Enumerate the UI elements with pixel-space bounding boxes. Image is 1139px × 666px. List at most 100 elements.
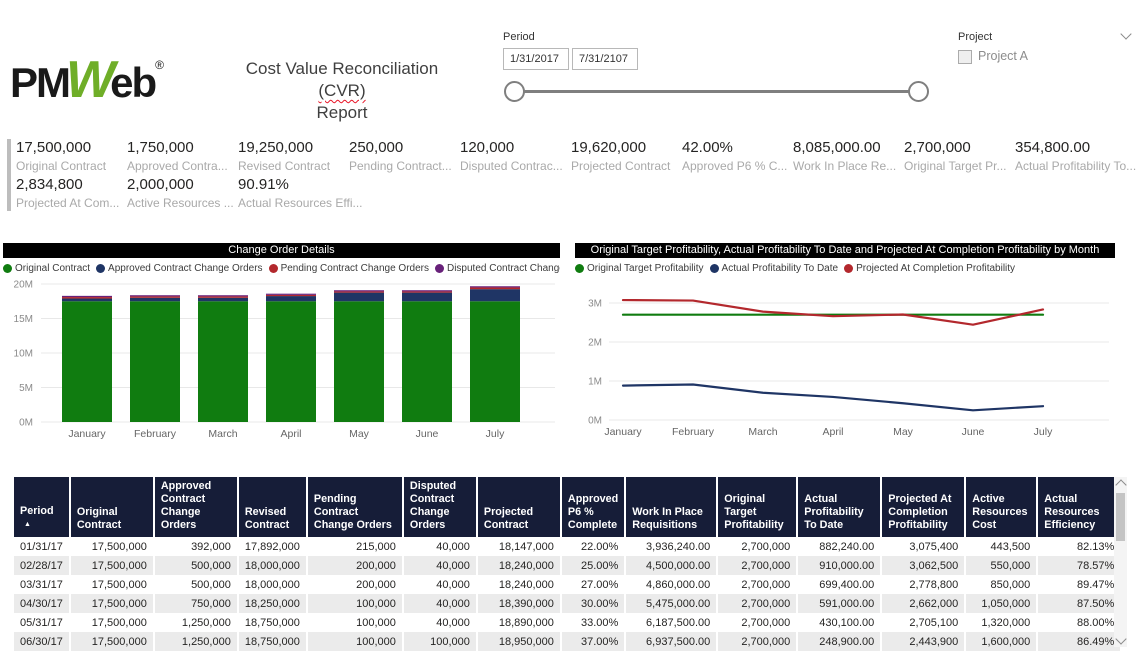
table-cell[interactable]: 6,187,500.00: [625, 613, 717, 632]
legend-item[interactable]: Projected At Completion Profitability: [844, 263, 1015, 274]
bar-segment[interactable]: [62, 296, 112, 297]
bar-segment[interactable]: [266, 301, 316, 422]
bar-segment[interactable]: [62, 301, 112, 422]
project-a-label[interactable]: Project A: [978, 49, 1028, 63]
table-cell[interactable]: 17,892,000: [238, 537, 307, 556]
bar-segment[interactable]: [62, 299, 112, 302]
period-start-input[interactable]: [503, 48, 569, 70]
table-cell[interactable]: 2,700,000: [717, 632, 797, 651]
table-cell[interactable]: 18,240,000: [477, 575, 561, 594]
legend-item[interactable]: Original Contract: [3, 263, 90, 274]
table-cell[interactable]: 882,240.00: [797, 537, 881, 556]
table-cell[interactable]: 03/31/17: [14, 575, 70, 594]
column-header[interactable]: Original Target Profitability: [717, 477, 797, 537]
table-cell[interactable]: 17,500,000: [70, 613, 154, 632]
table-cell[interactable]: 392,000: [154, 537, 238, 556]
bar-segment[interactable]: [470, 286, 520, 287]
column-header[interactable]: Active Resources Cost: [965, 477, 1037, 537]
table-cell[interactable]: 550,000: [965, 556, 1037, 575]
table-cell[interactable]: 200,000: [307, 556, 403, 575]
column-header[interactable]: Actual Resources Efficiency: [1037, 477, 1121, 537]
table-cell[interactable]: 40,000: [403, 594, 477, 613]
table-cell[interactable]: 750,000: [154, 594, 238, 613]
table-cell[interactable]: 89.47%: [1037, 575, 1121, 594]
table-cell[interactable]: 1,250,000: [154, 632, 238, 651]
bar-segment[interactable]: [402, 291, 452, 292]
table-cell[interactable]: 06/30/17: [14, 632, 70, 651]
bar-segment[interactable]: [266, 294, 316, 295]
table-cell[interactable]: 86.49%: [1037, 632, 1121, 651]
change-order-bar-chart[interactable]: 0M5M10M15M20MJanuaryFebruaryMarchAprilMa…: [3, 274, 560, 446]
legend-item[interactable]: Disputed Contract Change O...: [435, 263, 560, 274]
table-cell[interactable]: 2,443,900: [881, 632, 965, 651]
scrollbar-thumb[interactable]: [1116, 493, 1125, 541]
table-cell[interactable]: 17,500,000: [70, 594, 154, 613]
kpi-scrollbar[interactable]: [7, 139, 11, 211]
table-cell[interactable]: 2,700,000: [717, 537, 797, 556]
table-cell[interactable]: 100,000: [403, 632, 477, 651]
table-cell[interactable]: 2,700,000: [717, 613, 797, 632]
table-cell[interactable]: 500,000: [154, 575, 238, 594]
table-cell[interactable]: 18,950,000: [477, 632, 561, 651]
table-cell[interactable]: 100,000: [307, 594, 403, 613]
table-cell[interactable]: 200,000: [307, 575, 403, 594]
bar-segment[interactable]: [334, 291, 384, 292]
column-header[interactable]: Approved P6 % Complete: [561, 477, 625, 537]
table-cell[interactable]: 17,500,000: [70, 537, 154, 556]
legend-item[interactable]: Actual Profitability To Date: [710, 263, 839, 274]
table-cell[interactable]: 6,937,500.00: [625, 632, 717, 651]
column-header[interactable]: Approved Contract Change Orders: [154, 477, 238, 537]
bar-segment[interactable]: [266, 295, 316, 296]
table-cell[interactable]: 01/31/17: [14, 537, 70, 556]
column-header[interactable]: Projected Contract: [477, 477, 561, 537]
table-cell[interactable]: 18,000,000: [238, 556, 307, 575]
table-cell[interactable]: 87.50%: [1037, 594, 1121, 613]
table-row[interactable]: 02/28/1717,500,000500,00018,000,000200,0…: [14, 556, 1121, 575]
project-a-checkbox[interactable]: [958, 50, 972, 64]
bar-segment[interactable]: [130, 301, 180, 422]
table-cell[interactable]: 40,000: [403, 613, 477, 632]
table-cell[interactable]: 02/28/17: [14, 556, 70, 575]
table-cell[interactable]: 3,062,500: [881, 556, 965, 575]
table-cell[interactable]: 18,750,000: [238, 632, 307, 651]
table-row[interactable]: 05/31/1717,500,0001,250,00018,750,000100…: [14, 613, 1121, 632]
table-cell[interactable]: 17,500,000: [70, 556, 154, 575]
table-row[interactable]: 06/30/1717,500,0001,250,00018,750,000 100…: [14, 632, 1121, 651]
table-scrollbar[interactable]: [1114, 477, 1127, 647]
bar-segment[interactable]: [470, 301, 520, 422]
table-cell[interactable]: 1,600,000: [965, 632, 1037, 651]
legend-item[interactable]: Pending Contract Change Orders: [269, 263, 429, 274]
column-header[interactable]: Original Contract: [70, 477, 154, 537]
table-cell[interactable]: 05/31/17: [14, 613, 70, 632]
table-cell[interactable]: 37.00%: [561, 632, 625, 651]
table-cell[interactable]: 1,050,000: [965, 594, 1037, 613]
table-cell[interactable]: 850,000: [965, 575, 1037, 594]
bar-segment[interactable]: [470, 289, 520, 301]
table-cell[interactable]: 2,705,100: [881, 613, 965, 632]
scroll-down-icon[interactable]: [1115, 633, 1126, 644]
bar-segment[interactable]: [334, 290, 384, 291]
period-slider-handle-left[interactable]: [504, 81, 525, 102]
bar-segment[interactable]: [130, 296, 180, 297]
table-cell[interactable]: 2,700,000: [717, 575, 797, 594]
table-cell[interactable]: 2,778,800: [881, 575, 965, 594]
column-header[interactable]: Work In Place Requisitions: [625, 477, 717, 537]
table-cell[interactable]: 2,700,000: [717, 556, 797, 575]
table-cell[interactable]: 430,100.00: [797, 613, 881, 632]
period-slider-track[interactable]: [514, 90, 918, 93]
table-cell[interactable]: 18,000,000: [238, 575, 307, 594]
table-cell[interactable]: 4,860,000.00: [625, 575, 717, 594]
table-cell[interactable]: 4,500,000.00: [625, 556, 717, 575]
legend-item[interactable]: Original Target Profitability: [575, 263, 704, 274]
period-end-input[interactable]: [572, 48, 638, 70]
table-cell[interactable]: 88.00%: [1037, 613, 1121, 632]
table-cell[interactable]: 248,900.00: [797, 632, 881, 651]
table-cell[interactable]: 25.00%: [561, 556, 625, 575]
bar-segment[interactable]: [334, 301, 384, 422]
table-cell[interactable]: 33.00%: [561, 613, 625, 632]
table-cell[interactable]: 500,000: [154, 556, 238, 575]
table-cell[interactable]: 17,500,000: [70, 632, 154, 651]
column-header[interactable]: Disputed Contract Change Orders: [403, 477, 477, 537]
legend-item[interactable]: Approved Contract Change Orders: [96, 263, 263, 274]
table-cell[interactable]: 1,320,000: [965, 613, 1037, 632]
